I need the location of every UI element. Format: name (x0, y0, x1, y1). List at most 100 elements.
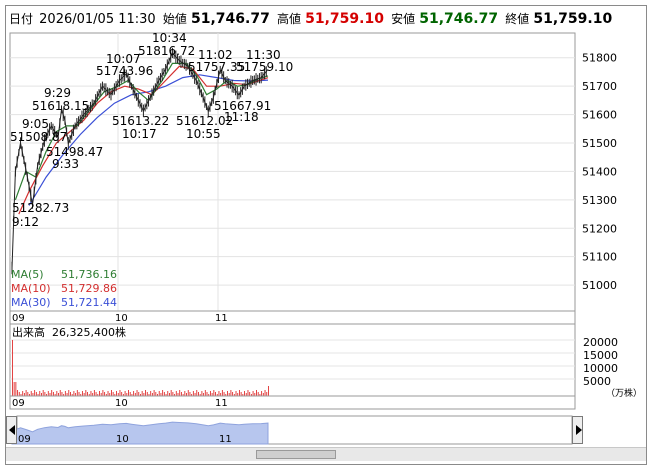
annotation-time: 10:34 (152, 31, 187, 45)
volume-bar (133, 391, 135, 396)
volume-bar (78, 392, 80, 396)
volume-bar (64, 391, 66, 396)
vol-tick-10000: 10000 (583, 362, 618, 375)
volume-bar (198, 392, 199, 396)
volume-bar (73, 391, 75, 396)
volume-bar (162, 390, 164, 396)
volume-bar (30, 391, 32, 396)
volume-bar (95, 392, 97, 396)
annotation-value: 51759.10 (236, 60, 293, 74)
vol-tick-20000: 20000 (583, 336, 618, 349)
volume-bar (238, 390, 240, 396)
scrollbar-thumb[interactable] (256, 450, 336, 459)
volume-bar (116, 391, 118, 396)
volume-bar (47, 391, 49, 396)
volume-bar (155, 392, 157, 396)
price-tick-label: 51100 (582, 251, 617, 264)
volume-bar (218, 391, 220, 396)
volume-bar (68, 390, 70, 396)
volume-bar (39, 391, 41, 396)
volume-axis: 20000 15000 10000 5000 (583, 336, 618, 388)
vol-tick-15000: 15000 (583, 349, 618, 362)
annotation-time: 10:55 (186, 127, 221, 141)
annotation-value: 51743.96 (96, 64, 153, 78)
vol-time-label-10: 10 (115, 398, 128, 409)
annotation-value: 51508.87 (10, 130, 67, 144)
volume-bar (170, 390, 172, 396)
volume-bar (179, 390, 181, 396)
volume-bar (172, 392, 174, 396)
volume-bar (112, 392, 114, 396)
volume-bar (42, 390, 44, 396)
volume-bar (240, 392, 242, 396)
volume-bar (266, 392, 268, 396)
volume-bar (261, 391, 263, 396)
time-axis-strip (9, 310, 576, 325)
volume-bar (206, 392, 208, 396)
volume-bar (257, 392, 259, 396)
volume-bar (70, 392, 71, 396)
volume-bar (107, 391, 109, 396)
volume-bar (138, 392, 140, 396)
nav-label-11: 11 (219, 434, 232, 445)
volume-bar (52, 392, 54, 396)
navigator-left-handle[interactable] (6, 416, 17, 444)
volume-bar (264, 390, 266, 396)
volume-bar (175, 391, 177, 396)
ma-legend: MA(5) 51,736.16 MA(10) 51,729.86 MA(30) 51,… (11, 268, 117, 310)
volume-bar (27, 392, 29, 396)
volume-bar (223, 392, 225, 396)
annotation-value: 51613.22 (112, 114, 169, 128)
annotation-time: 9:29 (44, 86, 71, 100)
vol-time-label-09: 09 (12, 398, 25, 409)
nav-label-09: 09 (18, 434, 31, 445)
volume-bar (128, 390, 129, 396)
volume-bar (15, 382, 17, 396)
price-tick-label: 51200 (582, 222, 617, 235)
annotation-value: 51667.91 (214, 99, 271, 113)
annotation-value: 51498.47 (46, 145, 103, 159)
volume-bar (192, 391, 194, 396)
volume-bar (13, 382, 15, 396)
volume-bar (232, 392, 234, 396)
price-tick-label: 51800 (582, 52, 617, 65)
volume-bar (256, 390, 257, 396)
navigator-right-handle[interactable] (572, 416, 583, 444)
time-label-10: 10 (115, 313, 128, 324)
volume-bar (145, 390, 147, 396)
price-tick-label: 51400 (582, 165, 617, 178)
volume-bar (102, 390, 104, 396)
volume-time-strip (9, 395, 576, 410)
volume-bar (136, 390, 138, 396)
volume-bar (213, 390, 215, 396)
volume-bar (59, 390, 61, 396)
ma5-legend: MA(5) 51,736.16 (11, 268, 117, 281)
volume-bar (167, 391, 169, 396)
volume-bar (18, 392, 20, 396)
volume-bar (247, 390, 249, 396)
price-tick-label: 51500 (582, 137, 617, 150)
volume-label: 出来高 26,325,400株 (12, 326, 126, 339)
volume-bar (121, 392, 123, 396)
volume-bar (12, 340, 13, 396)
annotation-value: 51618.15 (32, 99, 89, 113)
horizontal-scrollbar[interactable] (6, 447, 646, 461)
volume-bar (189, 392, 191, 396)
ma10-legend: MA(10) 51,729.86 (11, 282, 117, 295)
volume-bar (230, 390, 232, 396)
volume-bar (153, 390, 155, 396)
volume-bar (61, 392, 63, 396)
volume-bar (44, 392, 46, 396)
volume-bar (268, 386, 269, 396)
volume-bar (146, 392, 148, 396)
volume-bar (35, 392, 37, 396)
volume-bar (235, 391, 237, 396)
ma30-legend: MA(30) 51,721.44 (11, 296, 117, 309)
volume-bar (184, 391, 186, 396)
volume-bar (76, 390, 78, 396)
volume-bar (85, 390, 87, 396)
volume-bar (99, 391, 100, 396)
volume-bar (87, 392, 88, 396)
arrow-left-icon (9, 425, 15, 435)
price-tick-label: 51600 (582, 109, 617, 122)
